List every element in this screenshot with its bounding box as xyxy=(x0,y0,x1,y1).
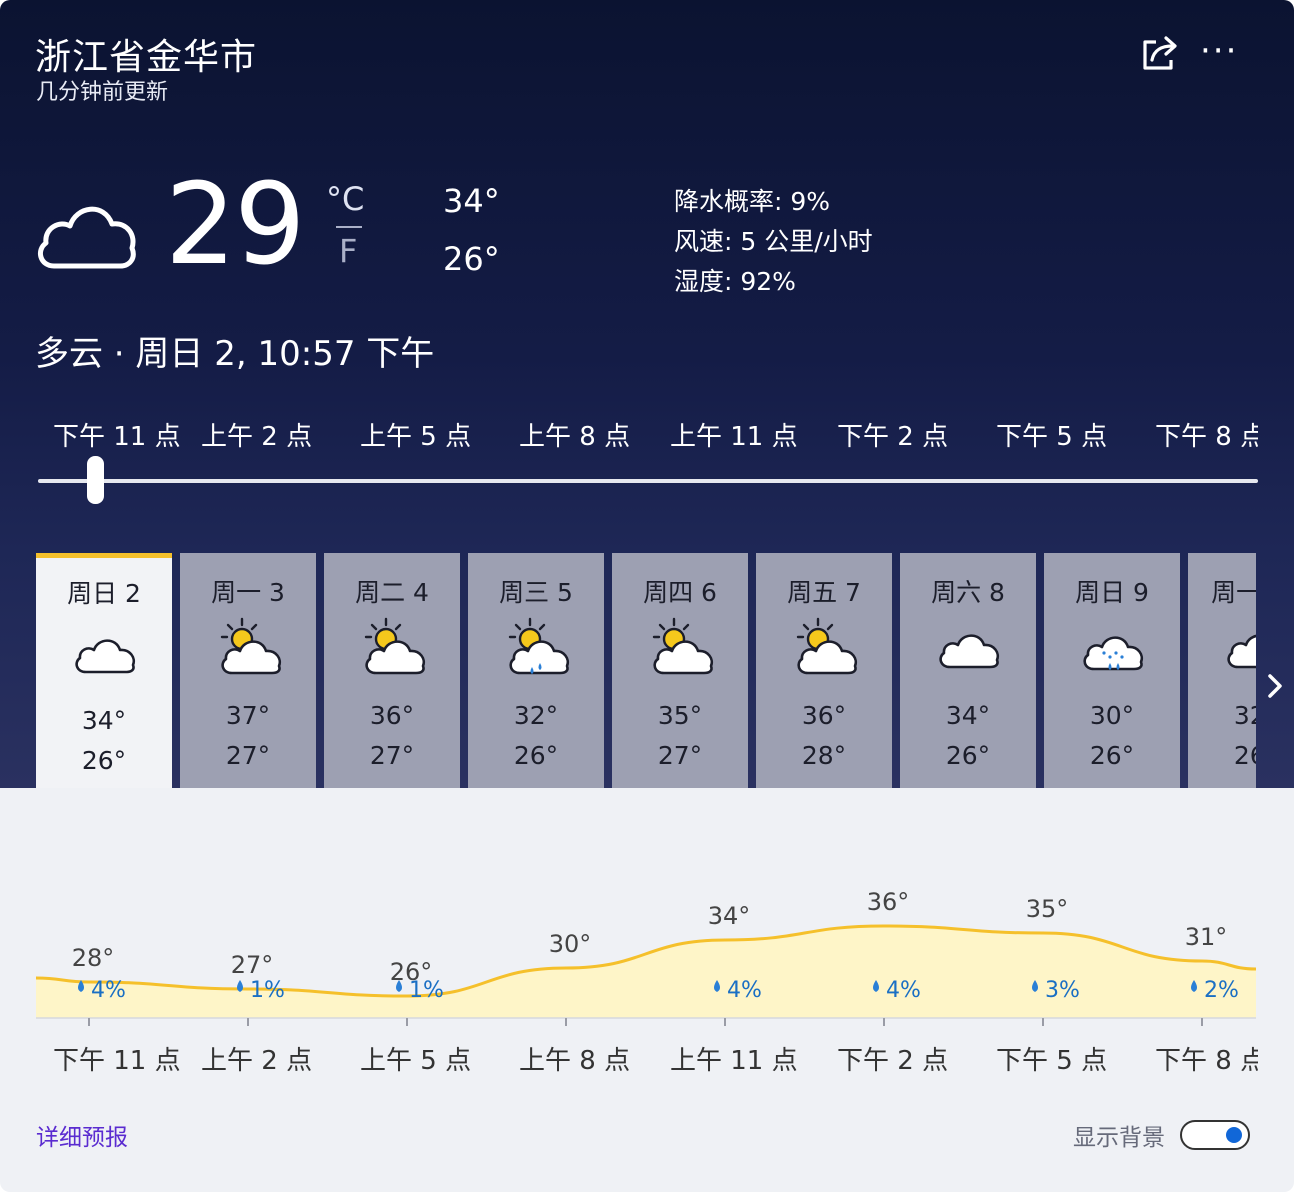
share-icon[interactable] xyxy=(1138,30,1182,74)
day-low: 28° xyxy=(801,741,847,770)
sun-rain-icon xyxy=(502,617,572,677)
day-low: 26° xyxy=(1233,741,1256,770)
day-card[interactable]: 周五 7 36° 28° xyxy=(756,553,892,788)
day-low: 26° xyxy=(1089,741,1135,770)
day-high: 32° xyxy=(1233,701,1256,730)
day-high: 36° xyxy=(801,701,847,730)
day-name: 周一 3 xyxy=(211,578,285,607)
rain-chance-label: 2% xyxy=(1204,978,1239,1003)
day-card[interactable]: 周二 4 36° 27° xyxy=(324,553,460,788)
rain-icon xyxy=(1078,617,1148,677)
rain-chance-label: 4% xyxy=(886,978,921,1003)
day-low: 26° xyxy=(513,741,559,770)
raindrop-icon xyxy=(237,980,243,992)
day-high: 34° xyxy=(945,701,991,730)
toggle-knob xyxy=(1226,1127,1242,1143)
day-card[interactable]: 周四 6 35° 27° xyxy=(612,553,748,788)
cloudy-icon xyxy=(70,622,140,682)
chart-temp-label: 31° xyxy=(1185,923,1228,951)
day-name: 周日 9 xyxy=(1075,578,1149,607)
day-high: 34° xyxy=(81,706,127,735)
rain-chance-label: 4% xyxy=(727,978,762,1003)
chart-x-label: 上午 2 点 xyxy=(201,1046,313,1076)
day-card[interactable]: 周日 2 34° 26° xyxy=(36,553,172,788)
condition-datetime: 多云 · 周日 2, 10:57 下午 xyxy=(35,334,435,374)
wind-speed: 风速: 5 公里/小时 xyxy=(674,227,873,256)
chart-x-label: 上午 8 点 xyxy=(519,1046,631,1076)
chart-x-label: 下午 11 点 xyxy=(53,1046,181,1076)
chart-temp-label: 34° xyxy=(708,902,751,930)
chevron-right-icon[interactable] xyxy=(1262,668,1288,704)
partly-sunny-icon xyxy=(646,617,716,677)
humidity: 湿度: 92% xyxy=(674,267,796,296)
cloudy-icon xyxy=(934,617,1004,677)
daily-forecast-strip: 周日 2 34° 26° 周一 3 37° 27° 周二 4 36° 27° 周三 5 32°… xyxy=(36,553,1256,788)
day-card[interactable]: 周日 9 30° 26° xyxy=(1044,553,1180,788)
day-card[interactable]: 周一 3 37° 27° xyxy=(180,553,316,788)
day-high: 30° xyxy=(1089,701,1135,730)
day-name: 周五 7 xyxy=(787,578,861,607)
today-low: 26° xyxy=(443,240,500,278)
chart-x-label: 下午 5 点 xyxy=(996,1046,1108,1076)
partly-sunny-icon xyxy=(214,617,284,677)
unit-divider xyxy=(336,226,362,228)
weather-card: 浙江省金华市 几分钟前更新 ··· 29 °C F 34° 26° 降水概率: … xyxy=(0,0,1294,1192)
temperature-area xyxy=(36,926,1256,1018)
cloudy-icon xyxy=(32,188,140,278)
chart-temp-label: 28° xyxy=(72,944,115,972)
show-background-label: 显示背景 xyxy=(1073,1125,1165,1151)
day-name: 周三 5 xyxy=(499,578,573,607)
precip-probability: 降水概率: 9% xyxy=(674,187,831,216)
day-high: 35° xyxy=(657,701,703,730)
current-temperature: 29 xyxy=(165,160,306,290)
rain-chance-label: 1% xyxy=(250,978,285,1003)
chart-temp-label: 27° xyxy=(231,951,274,979)
day-high: 36° xyxy=(369,701,415,730)
day-card[interactable]: 周三 5 32° 26° xyxy=(468,553,604,788)
rain-chance-label: 1% xyxy=(409,978,444,1003)
day-name: 周日 2 xyxy=(67,579,141,608)
more-icon[interactable]: ··· xyxy=(1200,32,1250,70)
day-name: 周二 4 xyxy=(355,578,429,607)
chart-x-label: 下午 8 点 xyxy=(1155,1046,1258,1076)
rain-chance-label: 3% xyxy=(1045,978,1080,1003)
day-high: 32° xyxy=(513,701,559,730)
hourly-temperature-chart: 28°4%27°1%26°1%30°34°4%36°4%35°3%31°2% xyxy=(36,888,1256,1026)
day-card[interactable]: 周一 10 32° 26° xyxy=(1188,553,1256,788)
cloudy-icon xyxy=(1222,617,1256,677)
hour-slider-track[interactable] xyxy=(38,479,1258,483)
day-low: 27° xyxy=(225,741,271,770)
unit-celsius[interactable]: °C xyxy=(326,180,364,218)
location-title: 浙江省金华市 xyxy=(35,37,258,78)
update-status: 几分钟前更新 xyxy=(36,80,169,105)
partly-sunny-icon xyxy=(358,617,428,677)
rain-chance-label: 4% xyxy=(91,978,126,1003)
partly-sunny-icon xyxy=(790,617,860,677)
hour-slider-thumb[interactable] xyxy=(86,456,104,504)
chart-x-label: 下午 2 点 xyxy=(837,1046,949,1076)
chart-temp-label: 36° xyxy=(867,888,910,916)
day-high: 37° xyxy=(225,701,271,730)
show-background-toggle[interactable] xyxy=(1180,1120,1250,1150)
chart-temp-label: 35° xyxy=(1026,895,1069,923)
day-low: 27° xyxy=(369,741,415,770)
day-low: 27° xyxy=(657,741,703,770)
day-card[interactable]: 周六 8 34° 26° xyxy=(900,553,1036,788)
day-low: 26° xyxy=(81,746,127,775)
day-name: 周六 8 xyxy=(931,578,1005,607)
unit-fahrenheit[interactable]: F xyxy=(339,232,357,270)
day-low: 26° xyxy=(945,741,991,770)
chart-x-label: 上午 5 点 xyxy=(360,1046,472,1076)
chart-x-label: 上午 11 点 xyxy=(670,1046,798,1076)
chart-temp-label: 30° xyxy=(549,930,592,958)
day-name: 周四 6 xyxy=(643,578,717,607)
today-high: 34° xyxy=(443,182,500,220)
day-name: 周一 10 xyxy=(1211,578,1256,607)
detailed-forecast-link[interactable]: 详细预报 xyxy=(36,1118,128,1152)
